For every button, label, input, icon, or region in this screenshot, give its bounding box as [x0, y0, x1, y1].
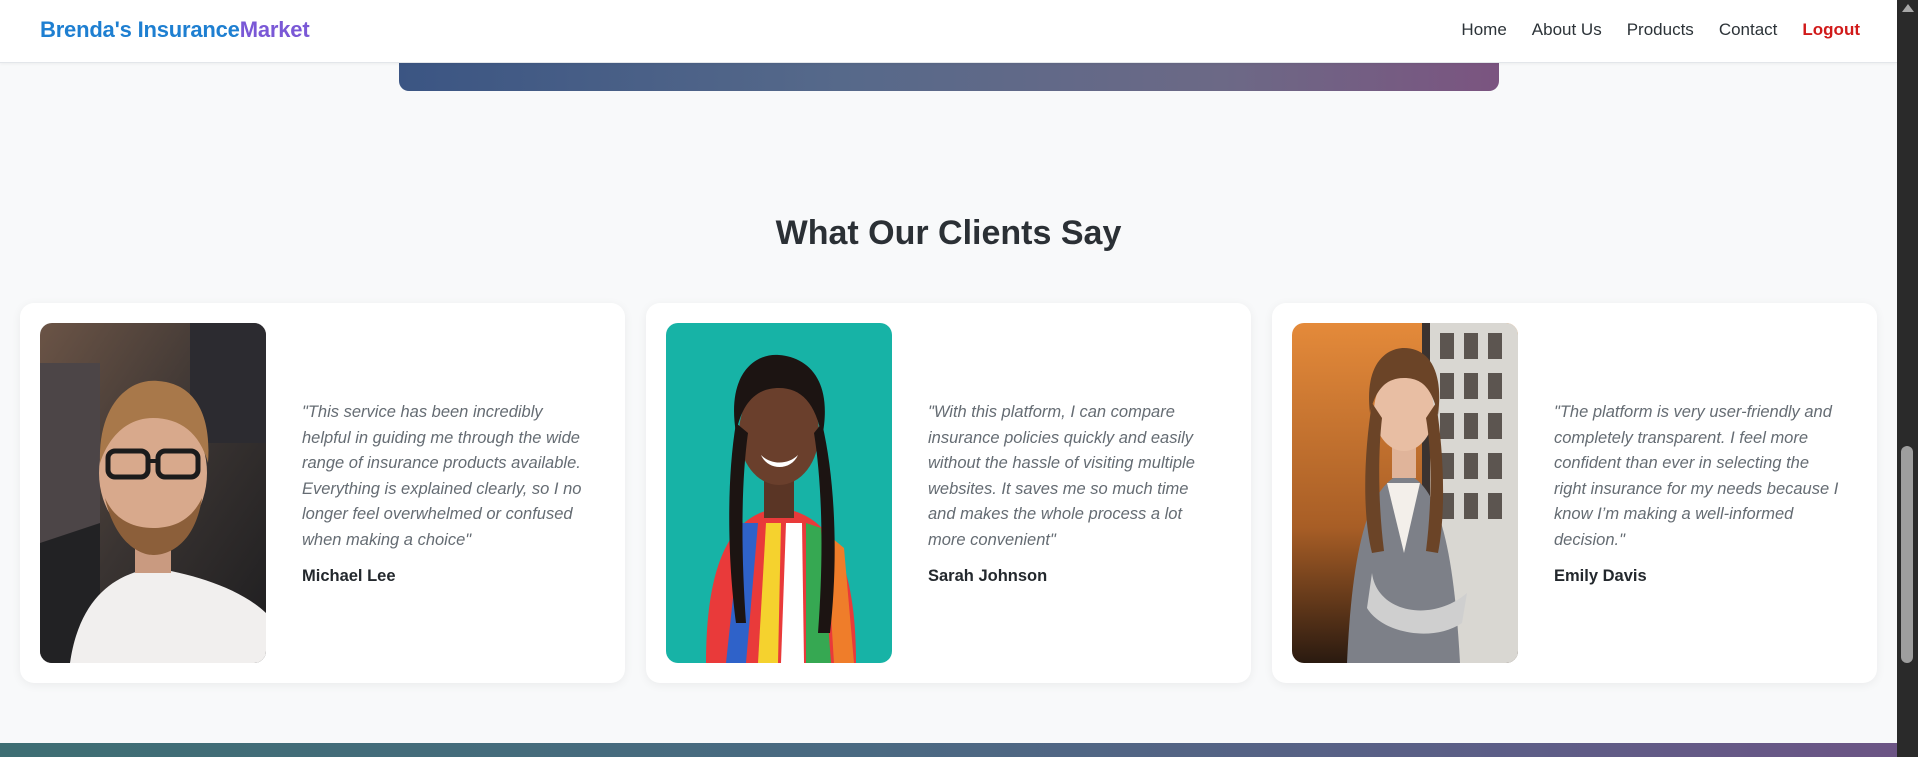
nav-link-home[interactable]: Home	[1461, 20, 1506, 40]
testimonial-card: "This service has been incredibly helpfu…	[20, 303, 625, 683]
testimonial-body: "With this platform, I can compare insur…	[928, 303, 1218, 683]
portrait-illustration	[666, 323, 892, 663]
testimonial-card: "With this platform, I can compare insur…	[646, 303, 1251, 683]
nav-link-about-us[interactable]: About Us	[1532, 20, 1602, 40]
testimonial-quote: "With this platform, I can compare insur…	[928, 403, 1195, 549]
client-photo-emily-davis	[1292, 323, 1518, 663]
testimonial-body: "The platform is very user-friendly and …	[1554, 303, 1844, 683]
testimonial-quote: "The platform is very user-friendly and …	[1554, 403, 1839, 549]
client-photo-sarah-johnson	[666, 323, 892, 663]
portrait-illustration	[1292, 323, 1518, 663]
brand-name-part2: Market	[239, 17, 310, 42]
vertical-scrollbar[interactable]	[1897, 0, 1918, 757]
scroll-up-arrow-icon[interactable]	[1902, 4, 1914, 12]
testimonial-author: Sarah Johnson	[928, 567, 1048, 585]
nav-links: Home About Us Products Contact Logout	[1461, 20, 1860, 40]
testimonial-body: "This service has been incredibly helpfu…	[302, 303, 592, 683]
client-photo-michael-lee	[40, 323, 266, 663]
nav-link-contact[interactable]: Contact	[1719, 20, 1778, 40]
portrait-illustration	[40, 323, 266, 663]
scrollbar-thumb[interactable]	[1901, 446, 1913, 663]
testimonial-author: Michael Lee	[302, 567, 396, 585]
nav-link-products[interactable]: Products	[1627, 20, 1694, 40]
logout-link[interactable]: Logout	[1802, 20, 1860, 40]
brand-logo[interactable]: Brenda's InsuranceMarket	[40, 17, 310, 43]
testimonial-card: "The platform is very user-friendly and …	[1272, 303, 1877, 683]
testimonial-quote: "This service has been incredibly helpfu…	[302, 403, 582, 549]
brand-name-part1: Brenda's Insurance	[40, 17, 240, 42]
testimonial-author: Emily Davis	[1554, 567, 1647, 585]
footer-top-banner	[0, 743, 1897, 757]
navbar: Brenda's InsuranceMarket Home About Us P…	[0, 0, 1897, 63]
testimonials-title: What Our Clients Say	[775, 214, 1122, 252]
